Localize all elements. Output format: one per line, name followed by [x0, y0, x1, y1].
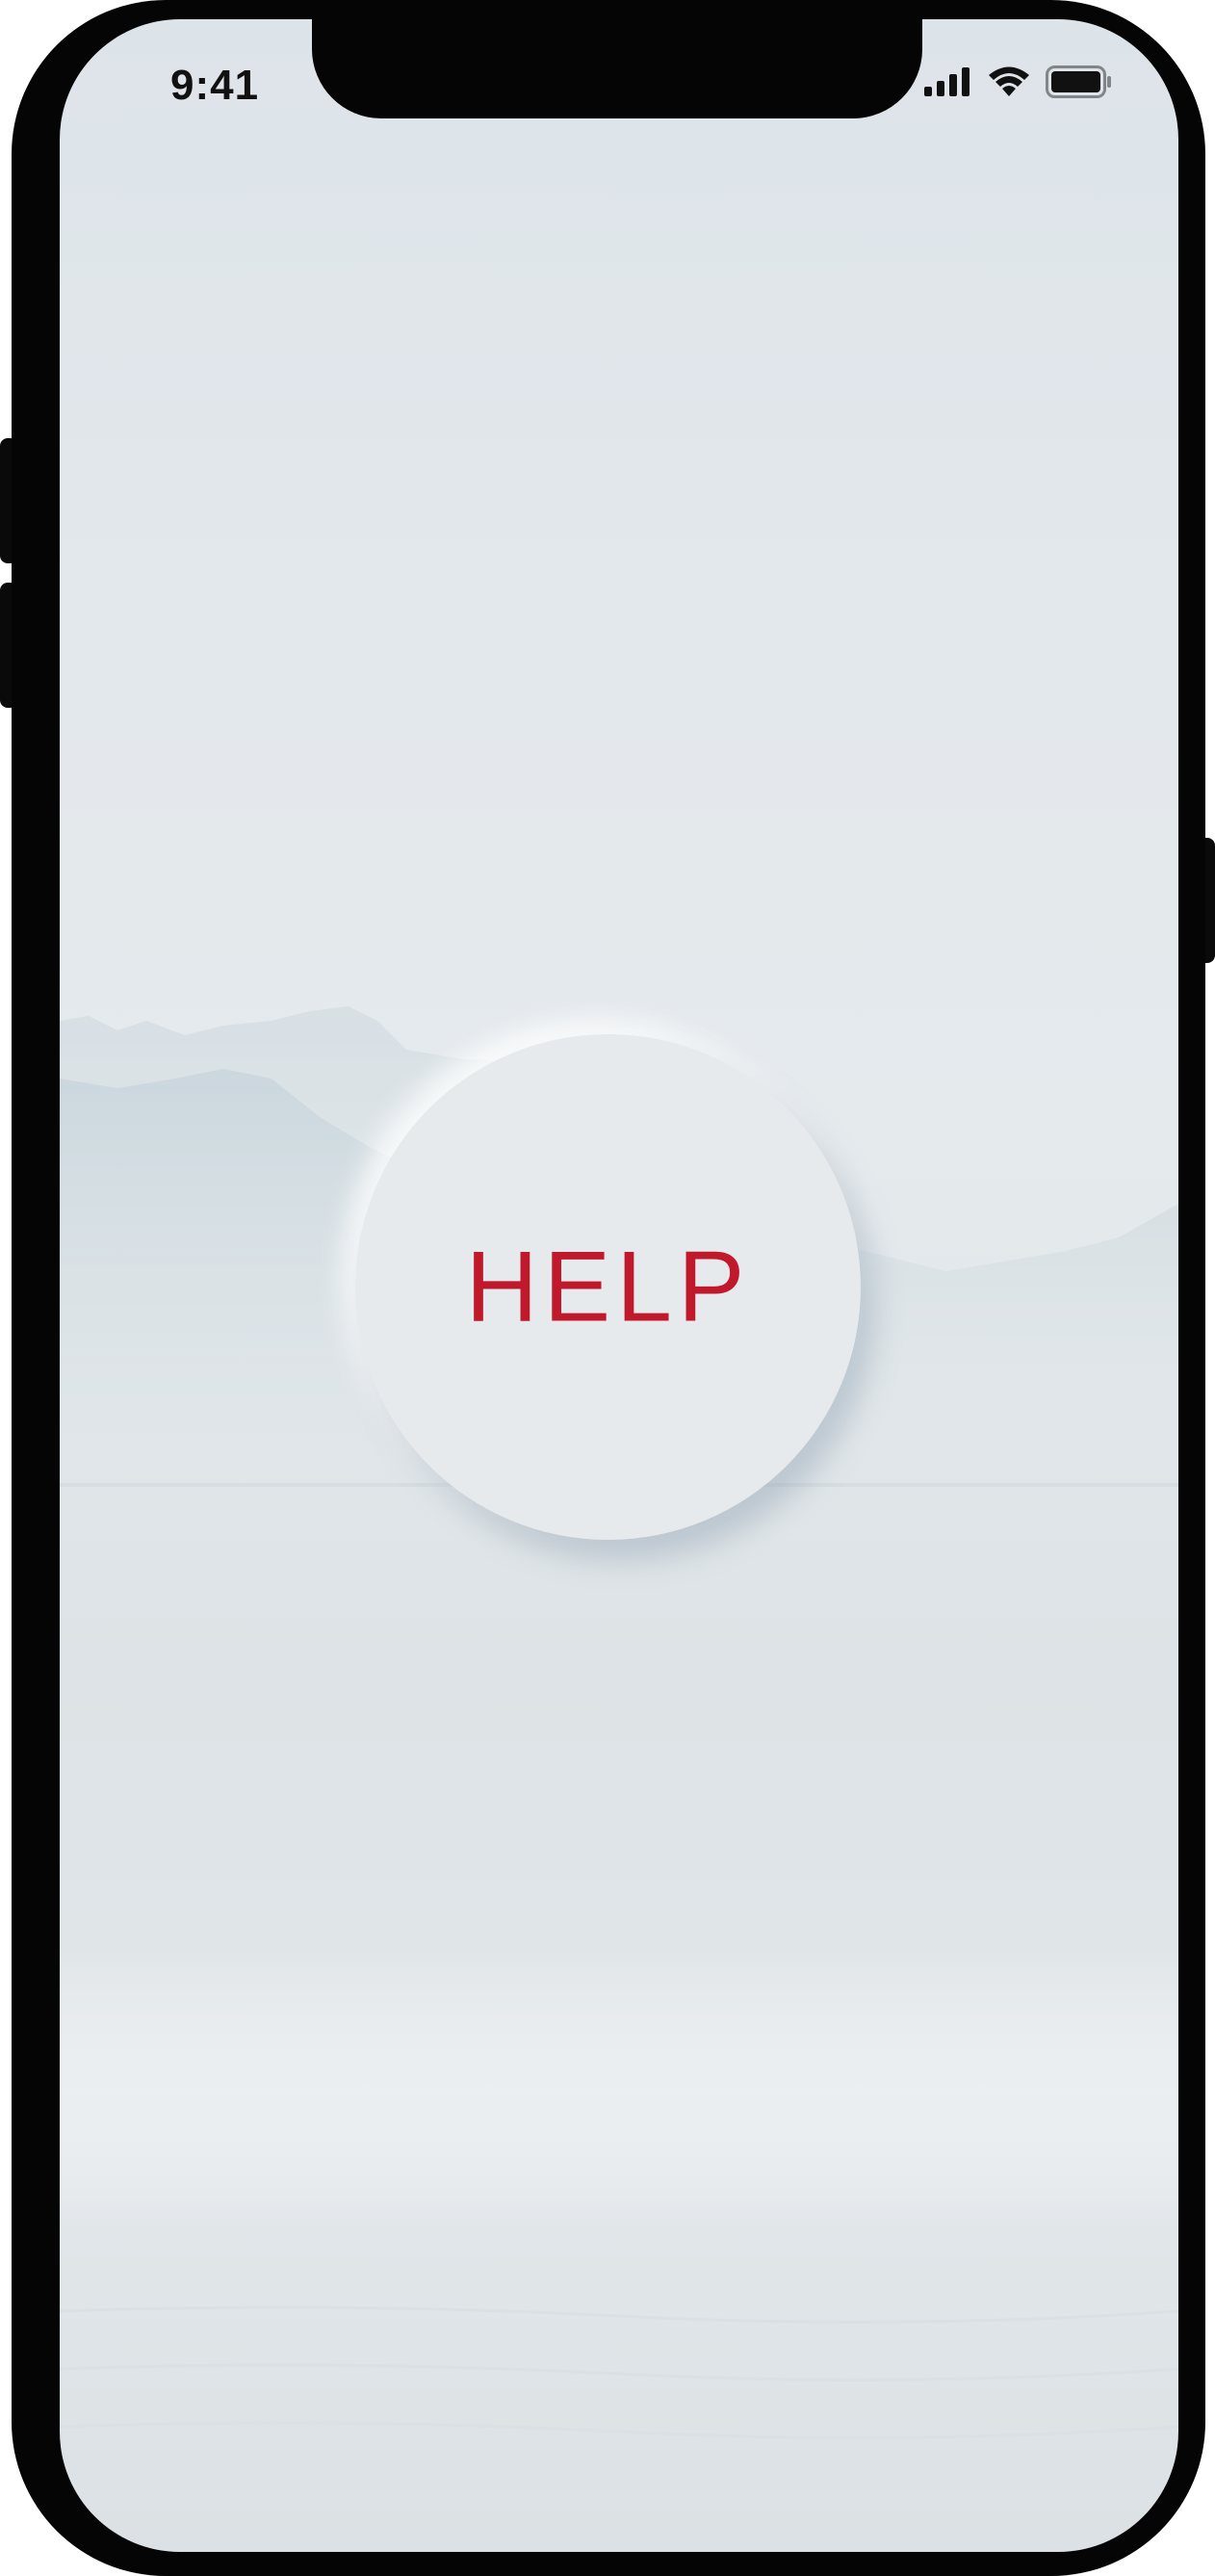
help-button[interactable]: HELP	[355, 1034, 861, 1540]
status-bar: 9:41	[60, 19, 1178, 116]
screen: 9:41 HELP	[60, 19, 1178, 2552]
help-button-label: HELP	[466, 1232, 751, 1343]
status-time: 9:41	[170, 62, 260, 109]
battery-icon	[1046, 65, 1113, 103]
device-frame: 9:41 HELP	[12, 0, 1205, 2576]
wifi-icon	[988, 66, 1030, 102]
cellular-signal-icon	[924, 67, 972, 101]
status-icons	[924, 65, 1113, 103]
svg-text:HELP: HELP	[466, 1232, 751, 1343]
